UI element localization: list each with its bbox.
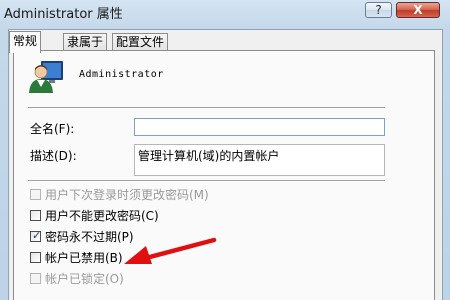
- option-label: 用户下次登录时须更改密码(M): [45, 187, 209, 202]
- close-icon: X: [413, 3, 423, 17]
- help-button[interactable]: ?: [365, 2, 392, 18]
- user-icon: [29, 61, 63, 93]
- checkbox-icon: [30, 272, 41, 284]
- option-account-locked[interactable]: 帐户已锁定(O): [30, 270, 124, 286]
- separator: [28, 180, 385, 182]
- separator: [28, 107, 385, 109]
- window-title: Administrator 属性: [4, 7, 123, 22]
- option-account-disabled[interactable]: 帐户已禁用(B): [30, 249, 123, 265]
- option-label: 帐户已禁用(B): [45, 250, 123, 265]
- tab-member-of[interactable]: 隶属于: [63, 33, 108, 51]
- checkbox-icon: [30, 251, 41, 263]
- help-icon: ?: [375, 3, 382, 17]
- option-must-change-password[interactable]: 用户下次登录时须更改密码(M): [30, 186, 209, 202]
- description-label: 描述(D):: [30, 149, 77, 163]
- checkbox-checked-icon: ✓: [30, 228, 42, 242]
- tab-profile[interactable]: 配置文件: [112, 33, 169, 51]
- checkbox-icon: [30, 209, 41, 221]
- description-value: 管理计算机(域)的内置帐户: [138, 149, 280, 163]
- option-password-never-expires[interactable]: ✓ 密码永不过期(P): [30, 228, 134, 244]
- close-button[interactable]: X: [396, 2, 440, 18]
- description-field[interactable]: 管理计算机(域)的内置帐户: [134, 144, 385, 176]
- checkbox-icon: [30, 188, 41, 200]
- full-name-field[interactable]: [134, 118, 385, 136]
- user-name: Administrator: [79, 69, 164, 80]
- option-label: 帐户已锁定(O): [45, 271, 124, 286]
- full-name-label: 全名(F):: [30, 122, 75, 136]
- tab-general[interactable]: 常规: [9, 31, 42, 53]
- option-label: 用户不能更改密码(C): [45, 208, 159, 223]
- option-cannot-change-password[interactable]: 用户不能更改密码(C): [30, 207, 159, 223]
- red-arrow-icon: [124, 237, 217, 264]
- checkmark-icon: ✓: [32, 228, 42, 242]
